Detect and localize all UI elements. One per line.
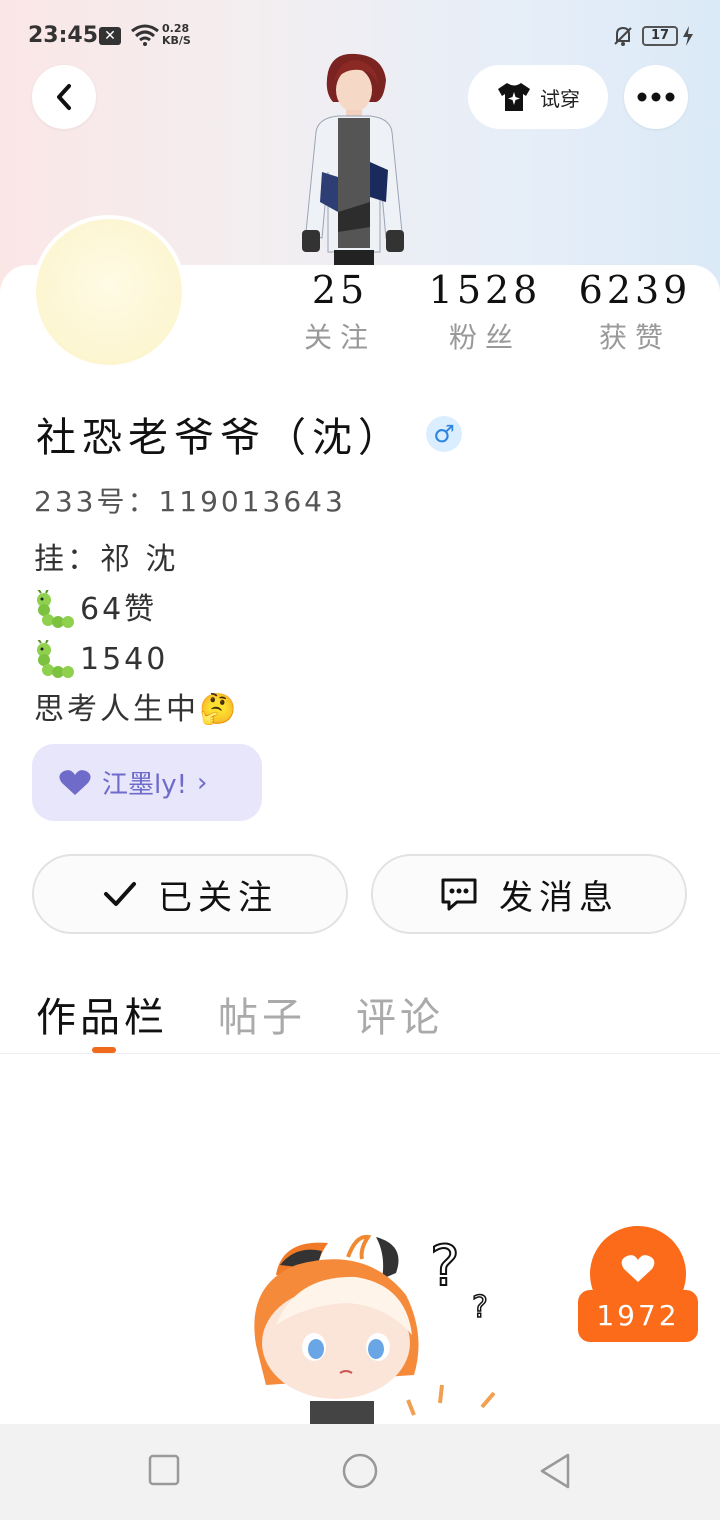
close-box-icon: ✕ bbox=[99, 27, 121, 45]
svg-text:?: ? bbox=[472, 1290, 488, 1325]
username: 社恐老爷爷（沈） bbox=[36, 415, 404, 461]
likes-count: 6239 bbox=[578, 268, 692, 312]
thinking-face-icon: 🤔 bbox=[199, 692, 240, 727]
tab-comments[interactable]: 评论 bbox=[356, 985, 444, 1043]
svg-text:?: ? bbox=[430, 1234, 460, 1299]
profile-tabs: 作品栏 帖子 评论 bbox=[36, 985, 444, 1043]
bell-off-icon bbox=[614, 26, 632, 46]
bio-text: 1540 bbox=[80, 642, 169, 677]
network-speed: 0.28 KB/S bbox=[162, 23, 191, 47]
bio-text: 思考人生中 bbox=[34, 692, 199, 727]
male-icon: ♂ bbox=[426, 416, 462, 452]
check-icon bbox=[104, 882, 136, 906]
tshirt-sparkle-icon bbox=[498, 83, 530, 111]
stat-following[interactable]: 25 关注 bbox=[265, 268, 415, 356]
followers-count: 1528 bbox=[428, 268, 542, 312]
try-on-label: 试穿 bbox=[540, 86, 580, 111]
bio-line: 64赞 bbox=[34, 585, 239, 635]
home-icon[interactable] bbox=[341, 1452, 379, 1490]
bio-line: 挂：祁 沈 bbox=[34, 542, 179, 577]
floating-like-button[interactable]: 1972 bbox=[578, 1226, 698, 1342]
follow-label: 已关注 bbox=[158, 877, 278, 918]
bio-line: 思考人生中 🤔 bbox=[34, 685, 239, 735]
avatar[interactable] bbox=[32, 215, 186, 369]
caterpillar-icon bbox=[37, 640, 74, 678]
like-count: 1972 bbox=[578, 1290, 698, 1342]
bio-text: 64赞 bbox=[80, 592, 158, 627]
recent-apps-icon[interactable] bbox=[148, 1452, 180, 1488]
back-icon bbox=[57, 84, 71, 110]
more-button[interactable] bbox=[624, 65, 688, 129]
empty-state-mascot-image: ? ? bbox=[254, 1233, 496, 1425]
stat-followers[interactable]: 1528 粉丝 bbox=[410, 268, 560, 356]
heart-icon bbox=[59, 769, 91, 795]
wifi-icon bbox=[131, 24, 159, 46]
following-label: 关注 bbox=[303, 321, 376, 354]
followers-label: 粉丝 bbox=[448, 321, 521, 354]
message-label: 发消息 bbox=[499, 877, 619, 918]
fan-badge[interactable]: 江墨ly! › bbox=[32, 744, 262, 821]
status-time: 23:45 bbox=[28, 23, 99, 48]
bio-line: 1540 bbox=[34, 635, 239, 685]
fan-badge-label: 江墨ly! bbox=[102, 770, 188, 800]
system-nav-bar bbox=[0, 1424, 720, 1520]
likes-label: 获赞 bbox=[598, 321, 671, 354]
caterpillar-icon bbox=[37, 590, 74, 628]
speed-unit: KB/S bbox=[162, 34, 191, 47]
message-button[interactable]: 发消息 bbox=[371, 854, 687, 934]
heart-icon bbox=[621, 1255, 655, 1282]
tab-works[interactable]: 作品栏 bbox=[36, 985, 168, 1043]
bio: 挂：祁 沈 64赞 1540 思考人生中 🤔 bbox=[34, 535, 239, 735]
try-on-button[interactable]: 试穿 bbox=[468, 65, 608, 129]
tab-posts[interactable]: 帖子 bbox=[218, 985, 306, 1043]
divider bbox=[0, 1053, 720, 1054]
stat-likes[interactable]: 6239 获赞 bbox=[560, 268, 710, 356]
chevron-right-icon: › bbox=[197, 767, 208, 798]
back-nav-icon[interactable] bbox=[538, 1452, 572, 1490]
chat-bubble-icon bbox=[441, 878, 477, 911]
battery-icon: 17 bbox=[642, 26, 678, 46]
name-row: 社恐老爷爷（沈） ♂ bbox=[36, 405, 462, 463]
user-id[interactable]: 233号：119013643 bbox=[34, 480, 346, 520]
following-count: 25 bbox=[311, 268, 369, 312]
avatar-character-image bbox=[302, 53, 404, 266]
charging-icon bbox=[683, 26, 693, 46]
more-icon bbox=[637, 92, 675, 102]
back-button[interactable] bbox=[32, 65, 96, 129]
follow-button[interactable]: 已关注 bbox=[32, 854, 348, 934]
